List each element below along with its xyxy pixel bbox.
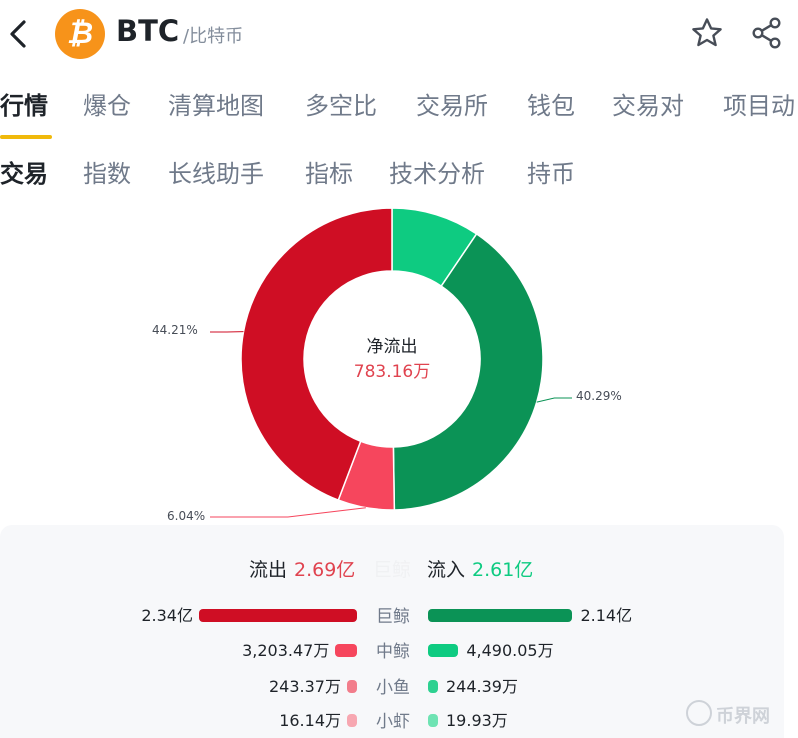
coin-name: /比特币 xyxy=(183,26,244,47)
medium-whale-category-label: 中鲸 xyxy=(376,642,410,662)
small-fish-inflow-value: 244.39万 xyxy=(446,677,518,696)
tab-liquidation[interactable]: 爆仓 xyxy=(83,89,131,123)
shrimp-inflow-value: 19.93万 xyxy=(446,711,508,730)
subtab-trading[interactable]: 交易 xyxy=(0,157,48,191)
subtab-indicators[interactable]: 指标 xyxy=(305,157,353,191)
tab-liquidation-map[interactable]: 清算地图 xyxy=(168,89,264,123)
main-tab-bar: 行情 爆仓 清算地图 多空比 交易所 钱包 交易对 项目动 xyxy=(0,89,798,129)
whale-category-label: 巨鲸 xyxy=(376,607,410,627)
tab-trading-pairs[interactable]: 交易对 xyxy=(612,89,684,123)
btc-logo-glyph: ₿ xyxy=(66,17,94,50)
btc-logo-icon: ₿ xyxy=(55,9,105,59)
coin-symbol: BTC xyxy=(116,14,180,48)
back-arrow-icon[interactable] xyxy=(6,18,30,50)
label-outflow-medium-percent: 6.04% xyxy=(167,509,206,523)
favorite-star-icon[interactable] xyxy=(690,16,724,50)
medium-whale-inflow-bar xyxy=(428,644,459,657)
small-fish-outflow-bar xyxy=(347,680,357,693)
whale-inflow-bar xyxy=(428,609,573,622)
donut-center-value: 783.16万 xyxy=(353,362,431,382)
flow-summary-panel: 流出 2.69亿 巨鲸 流入 2.61亿 2.34亿 巨鲸 2.14亿 3,20… xyxy=(0,525,784,738)
tab-exchange[interactable]: 交易所 xyxy=(416,89,488,123)
label-outflow-whale-percent: 44.21% xyxy=(152,323,198,337)
leader-line-outflow-medium xyxy=(210,507,366,518)
shrimp-inflow-bar xyxy=(428,714,438,727)
small-fish-category-label: 小鱼 xyxy=(376,678,410,698)
flow-row-small-fish: 243.37万 小鱼 244.39万 xyxy=(0,670,784,700)
subtab-long-term-helper[interactable]: 长线助手 xyxy=(168,157,264,191)
summary-mid-label: 巨鲸 xyxy=(373,559,412,581)
tab-market[interactable]: 行情 xyxy=(0,89,48,123)
tab-wallet[interactable]: 钱包 xyxy=(527,89,575,123)
flow-donut-chart: 净流出 783.16万 44.21% 40.29% 6.04% xyxy=(0,205,798,525)
leader-line-inflow-whale xyxy=(536,397,572,403)
inflow-total: 2.61亿 xyxy=(472,559,534,581)
small-fish-inflow-bar xyxy=(428,680,438,693)
inflow-label: 流入 xyxy=(427,559,466,581)
small-fish-outflow-value: 243.37万 xyxy=(269,677,341,696)
medium-whale-inflow-value: 4,490.05万 xyxy=(466,641,554,660)
medium-whale-outflow-value: 3,203.47万 xyxy=(242,641,330,660)
subtab-technical-analysis[interactable]: 技术分析 xyxy=(389,157,485,191)
flow-row-shrimp: 16.14万 小虾 19.93万 xyxy=(0,704,784,734)
whale-outflow-value: 2.34亿 xyxy=(141,606,193,625)
tab-long-short-ratio[interactable]: 多空比 xyxy=(305,89,377,123)
active-tab-underline xyxy=(0,135,52,139)
flow-row-medium-whale: 3,203.47万 中鲸 4,490.05万 xyxy=(0,634,784,664)
shrimp-category-label: 小虾 xyxy=(376,712,410,732)
share-icon[interactable] xyxy=(750,16,784,50)
donut-center-label: 净流出 xyxy=(366,337,418,357)
whale-outflow-bar xyxy=(199,609,357,622)
sub-tab-bar: 交易 指数 长线助手 指标 技术分析 持币 xyxy=(0,157,798,197)
flow-row-whale: 2.34亿 巨鲸 2.14亿 xyxy=(0,599,784,629)
medium-whale-outflow-bar xyxy=(335,644,357,657)
watermark-text: 币界网 xyxy=(716,706,770,727)
outflow-total: 2.69亿 xyxy=(294,559,356,581)
outflow-label: 流出 xyxy=(249,559,288,581)
label-inflow-whale-percent: 40.29% xyxy=(576,389,622,403)
subtab-holdings[interactable]: 持币 xyxy=(527,157,575,191)
watermark-coin-icon xyxy=(686,700,712,726)
whale-inflow-value: 2.14亿 xyxy=(580,606,633,625)
shrimp-outflow-value: 16.14万 xyxy=(279,711,341,730)
header-bar: ₿ BTC /比特币 xyxy=(0,0,798,68)
subtab-index[interactable]: 指数 xyxy=(83,157,131,191)
shrimp-outflow-bar xyxy=(347,714,357,727)
tab-project-news[interactable]: 项目动 xyxy=(723,89,795,123)
